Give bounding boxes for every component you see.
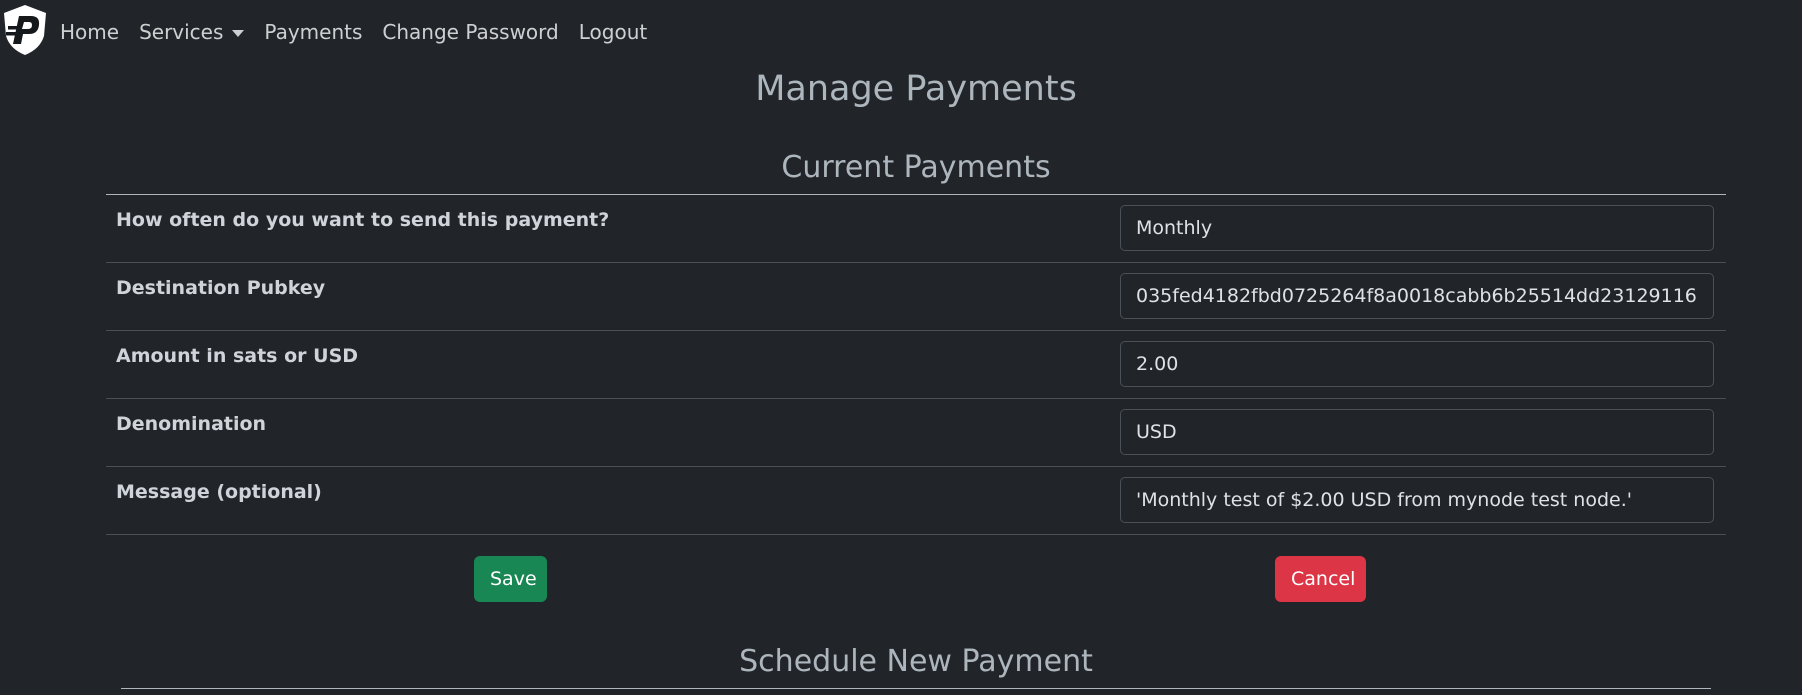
form-row-message: Message (optional)	[106, 467, 1726, 535]
nav-home-link[interactable]: Home	[60, 20, 119, 44]
current-payment-form: How often do you want to send this payme…	[106, 195, 1726, 535]
current-payments-heading: Current Payments	[781, 150, 1051, 185]
form-row-amount: Amount in sats or USD	[106, 331, 1726, 399]
amount-label: Amount in sats or USD	[116, 345, 359, 367]
form-row-pubkey: Destination Pubkey	[106, 263, 1726, 331]
form-row-denomination: Denomination	[106, 399, 1726, 467]
nav-change-password-link[interactable]: Change Password	[382, 20, 558, 44]
message-label: Message (optional)	[116, 481, 322, 503]
nav-services-label: Services	[139, 20, 224, 44]
denomination-label: Denomination	[116, 413, 267, 435]
amount-field[interactable]	[1120, 341, 1714, 387]
logo-icon[interactable]	[2, 4, 48, 56]
pubkey-label: Destination Pubkey	[116, 277, 326, 299]
message-field[interactable]	[1120, 477, 1714, 523]
nav-payments-link[interactable]: Payments	[264, 20, 362, 44]
form-row-frequency: How often do you want to send this payme…	[106, 195, 1726, 263]
frequency-label: How often do you want to send this payme…	[116, 209, 610, 231]
schedule-new-payment-heading: Schedule New Payment	[739, 644, 1093, 679]
pubkey-field[interactable]	[1120, 273, 1714, 319]
denomination-field[interactable]	[1120, 409, 1714, 455]
nav-services-dropdown[interactable]: Services	[139, 20, 245, 44]
top-navbar: Home Services Payments Change Password L…	[0, 0, 1802, 62]
nav-links: Home Services Payments Change Password L…	[60, 0, 667, 64]
save-button[interactable]: Save	[474, 556, 547, 602]
page-title: Manage Payments	[755, 69, 1077, 109]
cancel-button[interactable]: Cancel	[1275, 556, 1366, 602]
schedule-divider	[121, 688, 1711, 689]
caret-down-icon	[232, 29, 245, 37]
frequency-field[interactable]	[1120, 205, 1714, 251]
nav-logout-link[interactable]: Logout	[579, 20, 647, 44]
